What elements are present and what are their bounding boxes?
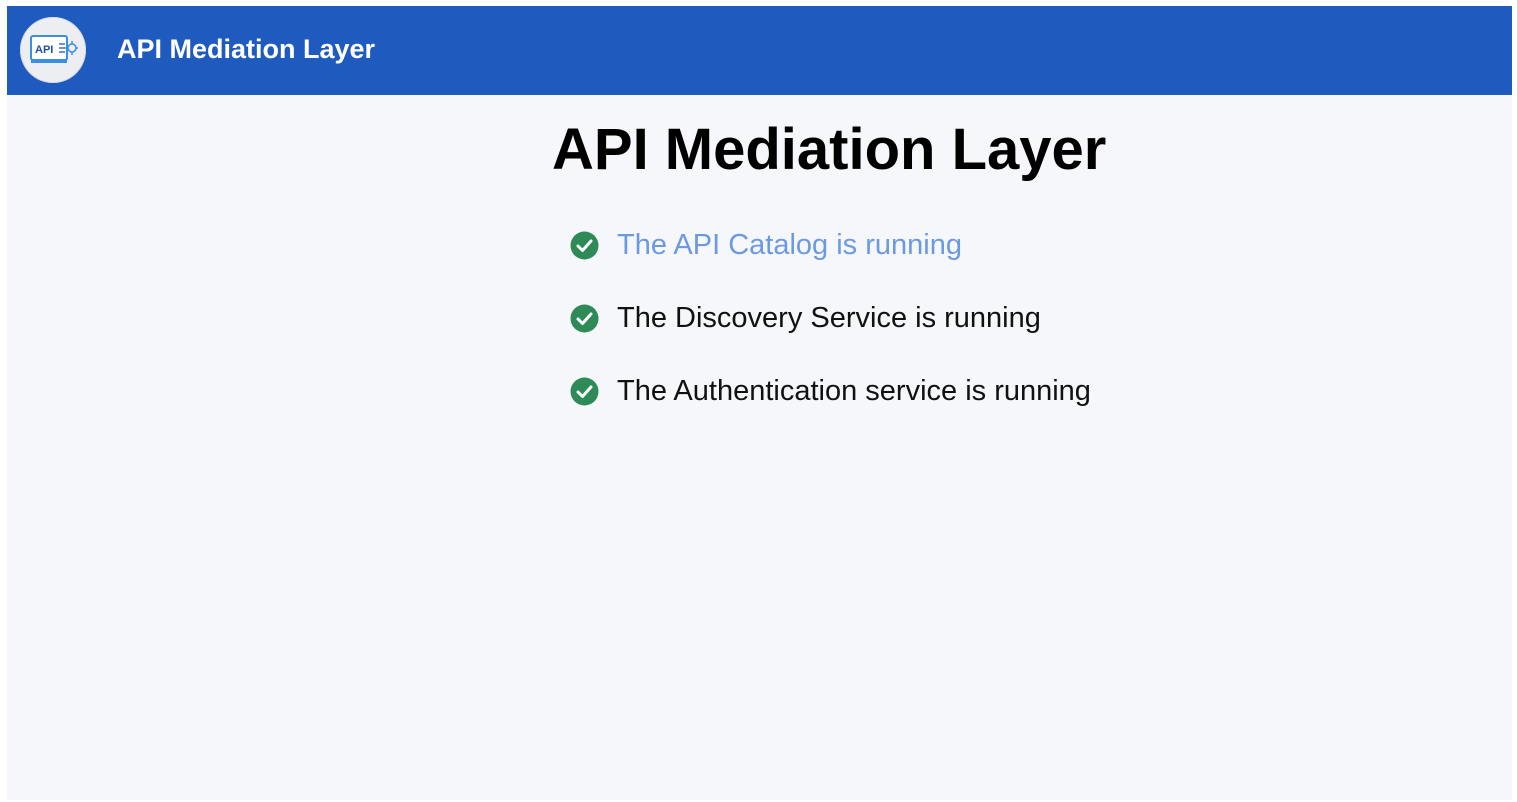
app-window: API API Mediation Layer API Mediation La… (7, 6, 1512, 800)
check-circle-icon (570, 377, 599, 406)
api-gateway-icon: API (30, 35, 78, 63)
authentication-service-status-text: The Authentication service is running (617, 375, 1091, 407)
logo-text: API (35, 44, 53, 56)
app-logo[interactable]: API (20, 17, 86, 83)
check-circle-icon (570, 231, 599, 260)
api-catalog-status-link[interactable]: The API Catalog is running (617, 227, 962, 263)
check-circle-icon (570, 304, 599, 333)
discovery-service-status-text: The Discovery Service is running (617, 302, 1041, 334)
top-header-bar: API API Mediation Layer (7, 6, 1512, 95)
app-title: API Mediation Layer (117, 34, 376, 64)
page-title: API Mediation Layer (552, 117, 1107, 182)
